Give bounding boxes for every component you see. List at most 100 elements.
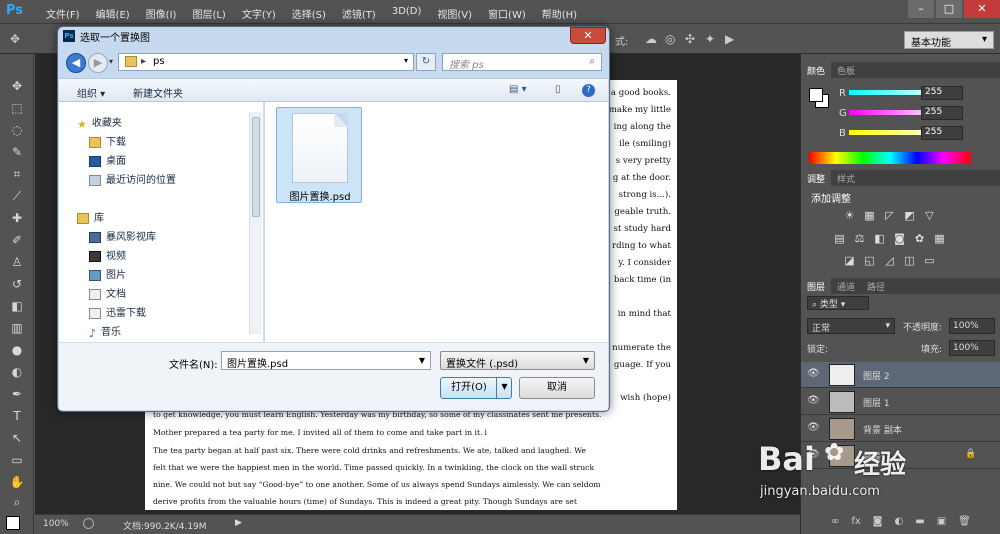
tab-swatches[interactable]: 色板 xyxy=(831,62,861,79)
mask-icon[interactable]: ◙ xyxy=(873,516,883,532)
eraser-tool-icon[interactable]: ◧ xyxy=(9,298,25,314)
folder-icon[interactable]: ▬ xyxy=(915,516,924,532)
menu-window[interactable]: 窗口(W) xyxy=(480,0,534,24)
menu-select[interactable]: 选择(S) xyxy=(284,0,334,24)
chevron-down-icon[interactable]: ▼ xyxy=(419,356,425,365)
selective-color-icon[interactable]: ◫ xyxy=(903,254,916,267)
adjustment-layer-icon[interactable]: ◐ xyxy=(895,516,904,532)
bw-icon[interactable]: ◧ xyxy=(873,232,886,245)
layer-row[interactable]: 👁 图层 2 xyxy=(801,362,1000,388)
color-spectrum[interactable] xyxy=(809,152,971,164)
menu-filter[interactable]: 滤镜(T) xyxy=(334,0,384,24)
tab-paths[interactable]: 路径 xyxy=(861,278,891,295)
trash-icon[interactable]: 🗑 xyxy=(958,516,971,532)
chevron-down-icon[interactable]: ▾ xyxy=(109,57,113,66)
nav-library[interactable]: 库 xyxy=(77,209,104,224)
exposure-icon[interactable]: ◩ xyxy=(903,209,916,222)
layer-row[interactable]: 👁 图层 1 xyxy=(801,389,1000,415)
nav-library-item[interactable]: 视频 xyxy=(89,247,126,262)
menu-edit[interactable]: 编辑(E) xyxy=(88,0,138,24)
workspace-select[interactable]: 基本功能 ▾ xyxy=(904,31,994,49)
new-layer-icon[interactable]: ▣ xyxy=(937,516,946,532)
preview-pane-icon[interactable]: ▯ xyxy=(555,84,561,95)
nav-recent[interactable]: 最近访问的位置 xyxy=(89,171,176,186)
tab-color[interactable]: 颜色 xyxy=(801,62,832,79)
address-bar[interactable]: ▸ ps ▾ xyxy=(118,53,414,71)
dialog-close-button[interactable]: ✕ xyxy=(570,27,606,44)
balance-icon[interactable]: ⚖ xyxy=(853,232,866,245)
channel-mixer-icon[interactable]: ✿ xyxy=(913,232,926,245)
quick-select-tool-icon[interactable]: ✎ xyxy=(9,144,25,160)
stamp-tool-icon[interactable]: ♙ xyxy=(9,254,25,270)
eye-icon[interactable]: 👁 xyxy=(807,395,820,406)
zoom-tool-icon[interactable]: ⌕ xyxy=(9,494,25,510)
filetype-select[interactable]: 置换文件 (.psd) ▼ xyxy=(440,351,595,370)
search-input[interactable]: 搜索 ps ⌕ xyxy=(442,53,602,71)
eye-icon[interactable]: 👁 xyxy=(807,368,820,379)
red-value[interactable]: 255 xyxy=(921,86,963,100)
organize-button[interactable]: 组织 ▾ xyxy=(77,85,105,100)
view-options-icon[interactable]: ▤ ▾ xyxy=(509,84,527,95)
vibrance-icon[interactable]: ▽ xyxy=(923,209,936,222)
foreground-color-swatch[interactable] xyxy=(6,516,20,530)
healing-tool-icon[interactable]: ✚ xyxy=(9,210,25,226)
open-dropdown[interactable]: ▼ xyxy=(496,377,512,399)
history-brush-icon[interactable]: ↺ xyxy=(9,276,25,292)
cancel-button[interactable]: 取消 xyxy=(519,377,595,399)
maximize-button[interactable]: □ xyxy=(936,0,962,18)
forward-button[interactable]: ▶ xyxy=(88,53,108,73)
tab-adjustments[interactable]: 调整 xyxy=(801,170,832,187)
layer-filter-select[interactable]: ⌕ 类型 ▾ xyxy=(807,296,869,310)
curves-icon[interactable]: ◸ xyxy=(883,209,896,222)
nav-library-item[interactable]: 文档 xyxy=(89,285,126,300)
hand-tool-icon[interactable]: ✋ xyxy=(9,474,25,490)
filename-input[interactable]: 图片置换.psd ▼ xyxy=(221,351,431,370)
close-button[interactable]: ✕ xyxy=(964,0,1000,18)
opacity-input[interactable]: 100% xyxy=(949,318,995,334)
invert-icon[interactable]: ◪ xyxy=(843,254,856,267)
chevron-down-icon[interactable]: ▾ xyxy=(404,56,408,65)
dodge-tool-icon[interactable]: ◐ xyxy=(9,364,25,380)
fx-icon[interactable]: fx xyxy=(851,516,860,532)
menu-layer[interactable]: 图层(L) xyxy=(184,0,233,24)
foreground-swatch[interactable] xyxy=(809,88,823,102)
refresh-button[interactable]: ↻ xyxy=(416,53,436,71)
nav-library-item[interactable]: 迅雷下载 xyxy=(89,304,146,319)
nav-library-item[interactable]: 图片 xyxy=(89,266,126,281)
menu-help[interactable]: 帮助(H) xyxy=(534,0,585,24)
menu-3d[interactable]: 3D(D) xyxy=(384,0,430,24)
path-select-tool-icon[interactable]: ↖ xyxy=(9,430,25,446)
pen-tool-icon[interactable]: ✒ xyxy=(9,386,25,402)
menu-file[interactable]: 文件(F) xyxy=(38,0,88,24)
tab-channels[interactable]: 通道 xyxy=(831,278,861,295)
chevron-right-icon[interactable]: ▶ xyxy=(235,518,242,528)
threshold-icon[interactable]: ◿ xyxy=(883,254,896,267)
move-tool-icon[interactable]: ✥ xyxy=(9,78,25,94)
gradient-map-icon[interactable]: ▭ xyxy=(923,254,936,267)
new-folder-button[interactable]: 新建文件夹 xyxy=(133,85,183,100)
3d-roll-icon[interactable]: ◎ xyxy=(665,32,679,46)
3d-drag-icon[interactable]: ✣ xyxy=(685,32,699,46)
move-tool-icon[interactable]: ✥ xyxy=(10,32,24,46)
tab-layers[interactable]: 图层 xyxy=(801,278,832,295)
nav-desktop[interactable]: 桌面 xyxy=(89,152,126,167)
blur-tool-icon[interactable]: ● xyxy=(9,342,25,358)
brush-tool-icon[interactable]: ✐ xyxy=(9,232,25,248)
3d-scale-icon[interactable]: ▶ xyxy=(725,32,739,46)
nav-favorites[interactable]: ★ 收藏夹 xyxy=(77,114,122,131)
crop-tool-icon[interactable]: ⌗ xyxy=(9,166,25,182)
marquee-tool-icon[interactable]: ⬚ xyxy=(9,100,25,116)
scrollbar-thumb[interactable] xyxy=(252,117,260,217)
lookup-icon[interactable]: ▦ xyxy=(933,232,946,245)
menu-type[interactable]: 文字(Y) xyxy=(234,0,284,24)
levels-icon[interactable]: ▦ xyxy=(863,209,876,222)
eyedropper-tool-icon[interactable]: ⟋ xyxy=(9,188,25,204)
link-icon[interactable]: ∞ xyxy=(831,516,839,532)
hue-icon[interactable]: ▤ xyxy=(833,232,846,245)
blue-value[interactable]: 255 xyxy=(921,126,963,140)
3d-rotate-icon[interactable]: ☁ xyxy=(645,32,659,46)
tab-styles[interactable]: 样式 xyxy=(831,170,861,187)
gradient-tool-icon[interactable]: ▥ xyxy=(9,320,25,336)
posterize-icon[interactable]: ◱ xyxy=(863,254,876,267)
eye-icon[interactable]: 👁 xyxy=(807,422,820,433)
